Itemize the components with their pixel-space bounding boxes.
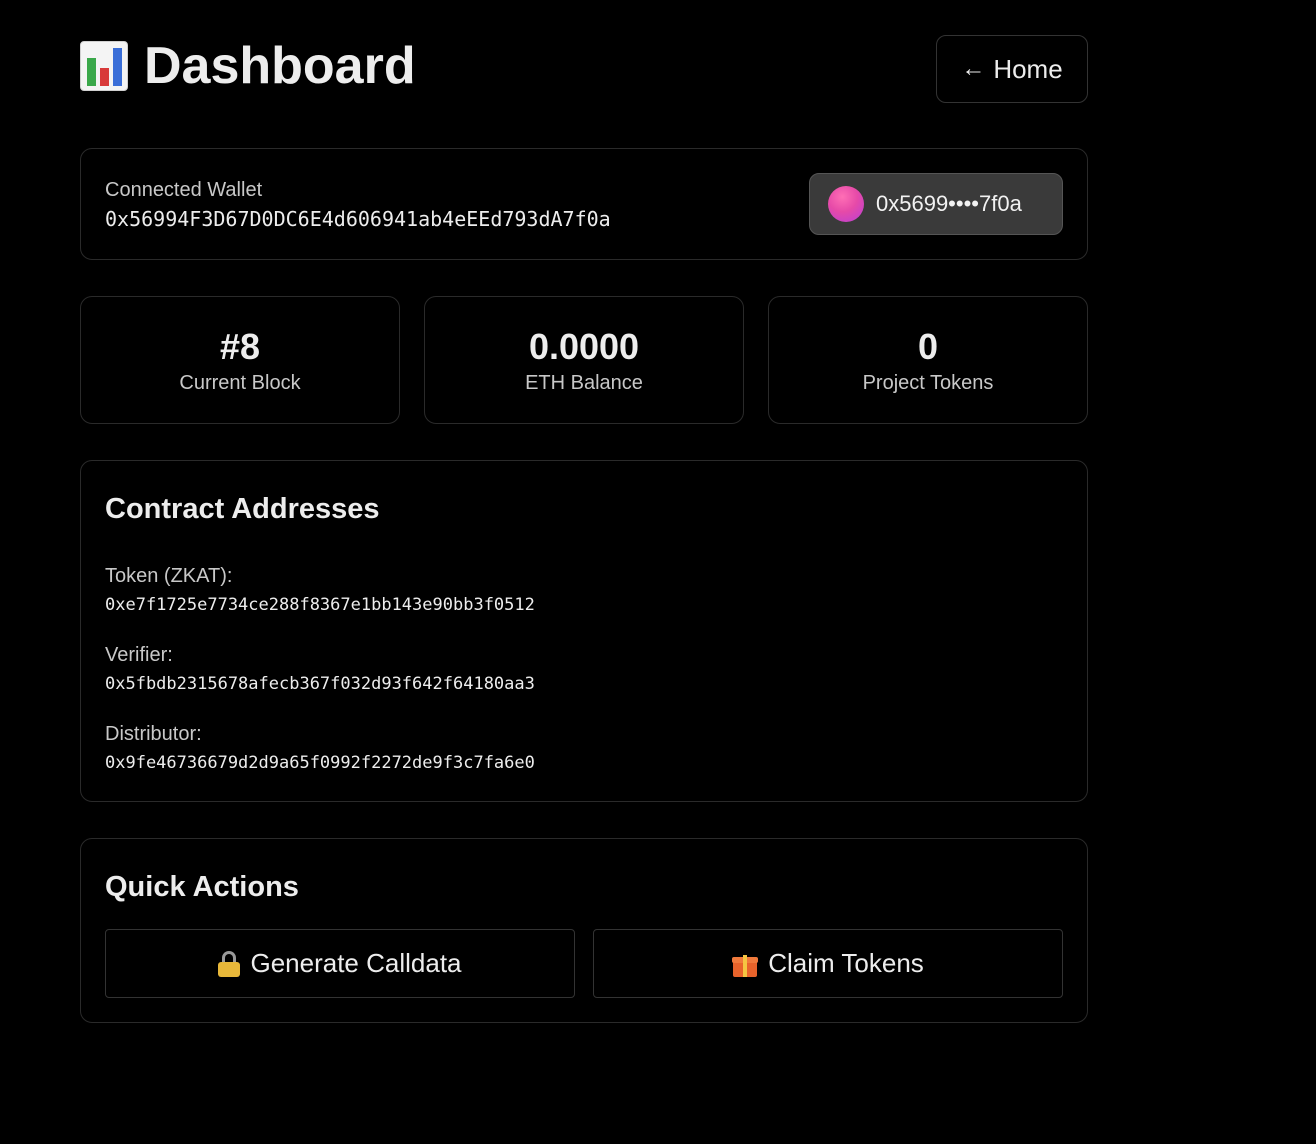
stat-value: 0 [917, 326, 939, 367]
contract-item-verifier: Verifier: 0x5fbdb2315678afecb367f032d93f… [105, 642, 535, 694]
bar-chart-icon [80, 41, 128, 91]
lock-with-key-icon [218, 950, 241, 977]
wallet-chip-address: 0x5699••••7f0a [876, 191, 1022, 216]
contract-addresses-card: Contract Addresses Token (ZKAT): 0xe7f17… [80, 460, 1088, 802]
stat-label: ETH Balance [525, 372, 643, 394]
claim-tokens-button[interactable]: Claim Tokens [593, 929, 1063, 998]
wallet-avatar [828, 186, 864, 222]
stat-card-eth-balance: 0.0000 ETH Balance [424, 296, 744, 424]
contract-label: Distributor: [105, 723, 202, 745]
wallet-label: Connected Wallet [105, 179, 263, 201]
stat-label: Current Block [179, 372, 301, 394]
dashboard-page: Dashboard ← Home Connected Wallet 0x5699… [80, 0, 1088, 1023]
stat-value: 0.0000 [528, 326, 640, 367]
connected-wallet-card: Connected Wallet 0x56994F3D67D0DC6E4d606… [80, 148, 1088, 260]
contract-item-distributor: Distributor: 0x9fe46736679d2d9a65f0992f2… [105, 721, 535, 773]
generate-calldata-label: Generate Calldata [250, 948, 462, 978]
quick-actions-card: Quick Actions Generate Calldata Claim To… [80, 838, 1088, 1023]
wallet-address: 0x56994F3D67D0DC6E4d606941ab4eEEd793dA7f… [105, 207, 611, 231]
stat-label: Project Tokens [862, 372, 994, 394]
home-button[interactable]: ← Home [936, 35, 1088, 103]
page-title-text: Dashboard [144, 37, 416, 95]
stat-card-current-block: #8 Current Block [80, 296, 400, 424]
home-button-label: Home [993, 53, 1063, 84]
contract-label: Token (ZKAT): [105, 565, 233, 587]
contract-label: Verifier: [105, 644, 173, 666]
stats-row: #8 Current Block 0.0000 ETH Balance 0 Pr… [80, 296, 1088, 424]
stat-card-project-tokens: 0 Project Tokens [768, 296, 1088, 424]
contract-address: 0x9fe46736679d2d9a65f0992f2272de9f3c7fa6… [105, 753, 535, 773]
contract-address: 0x5fbdb2315678afecb367f032d93f642f64180a… [105, 674, 535, 694]
wallet-account-button[interactable]: 0x5699••••7f0a [809, 173, 1063, 235]
claim-tokens-label: Claim Tokens [768, 948, 924, 978]
contract-addresses-title: Contract Addresses [105, 493, 380, 525]
quick-actions-title: Quick Actions [105, 871, 299, 903]
stat-value: #8 [219, 326, 261, 367]
page-header: Dashboard ← Home [80, 0, 1088, 148]
contract-item-token: Token (ZKAT): 0xe7f1725e7734ce288f8367e1… [105, 563, 535, 615]
contract-address: 0xe7f1725e7734ce288f8367e1bb143e90bb3f05… [105, 595, 535, 615]
page-title: Dashboard [80, 34, 416, 98]
generate-calldata-button[interactable]: Generate Calldata [105, 929, 575, 998]
arrow-left-icon: ← [961, 55, 986, 82]
gift-icon [732, 951, 759, 977]
